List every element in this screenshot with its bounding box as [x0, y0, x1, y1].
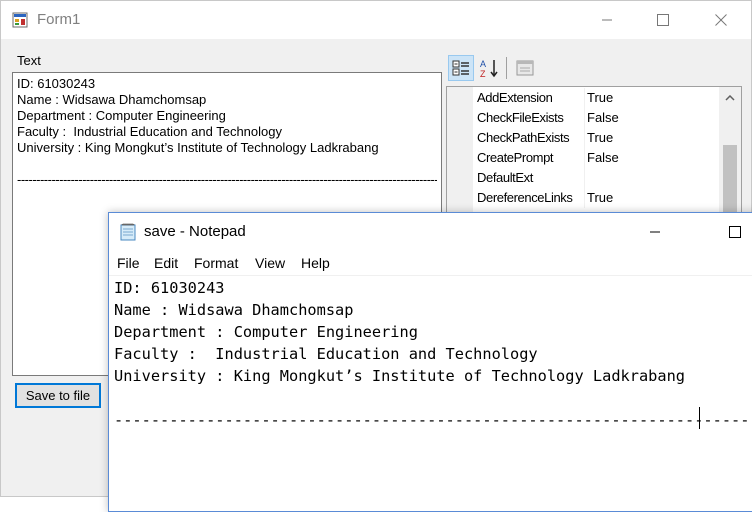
text-separator: ----------------------------------------… [17, 172, 437, 187]
property-divider [584, 188, 585, 208]
property-divider [584, 168, 585, 188]
menu-view[interactable]: View [255, 255, 285, 271]
property-value[interactable]: False [587, 148, 717, 168]
editor-line: ID: 61030243 [114, 279, 225, 297]
property-name: CreatePrompt [477, 150, 554, 165]
notepad-menubar: File Edit Format View Help [109, 253, 752, 276]
minimize-icon[interactable] [581, 1, 633, 39]
notepad-titlebar[interactable]: save - Notepad [109, 213, 752, 251]
property-value[interactable]: True [587, 88, 717, 108]
minimize-icon[interactable] [629, 213, 681, 251]
text-line: Faculty : Industrial Education and Techn… [17, 124, 282, 139]
form1-titlebar[interactable]: Form1 [1, 1, 751, 39]
maximize-icon[interactable] [637, 1, 689, 39]
editor-separator: ----------------------------------------… [114, 411, 752, 429]
property-value[interactable]: True [587, 188, 717, 208]
form1-title: Form1 [37, 11, 81, 28]
editor-line: University : King Mongkut’s Institute of… [114, 367, 685, 385]
categorized-icon[interactable] [448, 55, 474, 81]
property-grid[interactable]: AddExtension True CheckFileExists False … [446, 86, 742, 216]
property-name: AddExtension [477, 90, 553, 105]
text-line: Name : Widsawa Dhamchomsap [17, 92, 207, 107]
notepad-title: save - Notepad [144, 223, 246, 240]
text-caret [699, 407, 700, 429]
property-name: DefaultExt [477, 170, 533, 185]
menu-edit[interactable]: Edit [154, 255, 178, 271]
property-grid-toolbar: A Z [446, 53, 743, 83]
maximize-icon[interactable] [709, 213, 752, 251]
property-divider [584, 148, 585, 168]
svg-text:Z: Z [480, 69, 486, 78]
property-row[interactable]: CheckFileExists False [473, 108, 720, 128]
scroll-up-icon[interactable] [719, 89, 741, 107]
property-row[interactable]: CreatePrompt False [473, 148, 720, 168]
property-value[interactable]: True [587, 128, 717, 148]
editor-line: Name : Widsawa Dhamchomsap [114, 301, 354, 319]
toolbar-separator [506, 57, 507, 79]
editor-line: Department : Computer Engineering [114, 323, 418, 341]
property-row[interactable]: DefaultExt [473, 168, 720, 188]
text-line: Department : Computer Engineering [17, 108, 226, 123]
menu-file[interactable]: File [117, 255, 140, 271]
text-label: Text [17, 53, 41, 68]
menu-format[interactable]: Format [194, 255, 238, 271]
property-pages-icon[interactable] [512, 55, 538, 81]
text-line: ID: 61030243 [17, 76, 96, 91]
property-grid-scrollbar[interactable] [719, 87, 741, 215]
text-line: University : King Mongkut’s Institute of… [17, 140, 379, 155]
scrollbar-thumb[interactable] [723, 145, 737, 215]
property-row[interactable]: CheckPathExists True [473, 128, 720, 148]
sort-az-icon[interactable]: A Z [476, 55, 502, 81]
property-grid-gutter [447, 87, 473, 215]
property-name: DereferenceLinks [477, 190, 573, 205]
notepad-text-editor[interactable]: ID: 61030243 Name : Widsawa Dhamchomsap … [114, 277, 752, 507]
save-to-file-button[interactable]: Save to file [15, 383, 101, 408]
property-divider [584, 108, 585, 128]
property-row[interactable]: DereferenceLinks True [473, 188, 720, 208]
form-app-icon [12, 12, 28, 28]
property-value[interactable]: False [587, 108, 717, 128]
editor-line: Faculty : Industrial Education and Techn… [114, 345, 538, 363]
svg-text:A: A [480, 59, 486, 69]
property-name: CheckPathExists [477, 130, 570, 145]
menu-help[interactable]: Help [301, 255, 330, 271]
close-icon[interactable] [695, 1, 747, 39]
property-divider [584, 88, 585, 108]
property-row[interactable]: AddExtension True [473, 88, 720, 108]
property-divider [584, 128, 585, 148]
property-name: CheckFileExists [477, 110, 564, 125]
notepad-window: save - Notepad File Edit Format View Hel… [108, 212, 752, 512]
notepad-icon [119, 222, 137, 241]
